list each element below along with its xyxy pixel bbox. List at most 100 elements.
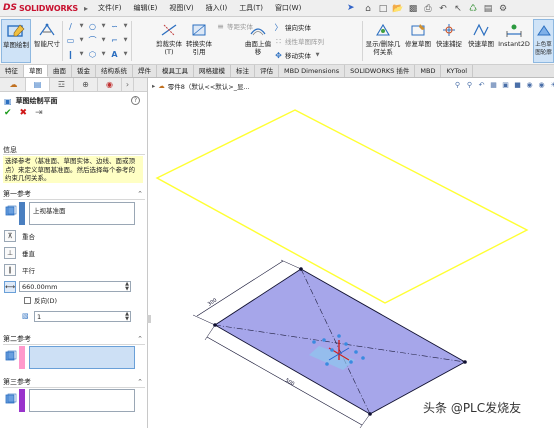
second-reference-header[interactable]: 第二参考 ⌃ bbox=[3, 333, 145, 344]
rectangle-tool[interactable]: ▭ ▼ bbox=[66, 34, 86, 46]
polygon-tool[interactable]: ⬡ ▼ bbox=[88, 48, 108, 60]
tab-features[interactable]: 特征 bbox=[0, 65, 24, 77]
undo-icon[interactable]: ↶ bbox=[437, 3, 449, 15]
circle-tool[interactable]: ○ ▼ bbox=[88, 20, 108, 32]
move-entities-button[interactable]: ✥ 移动实体 ▼ bbox=[274, 49, 322, 61]
tab-markup[interactable]: 标注 bbox=[231, 65, 255, 77]
model-viewport[interactable]: 300 500 bbox=[149, 78, 554, 428]
line-tool[interactable]: ∕ ▼ bbox=[66, 20, 86, 32]
menu-edit[interactable]: 编辑(E) bbox=[128, 3, 164, 13]
pin-menu-icon[interactable]: ➤ bbox=[347, 3, 355, 13]
menu-insert[interactable]: 插入(I) bbox=[200, 3, 234, 13]
divider bbox=[3, 387, 145, 388]
trim-label: 剪裁实体(T) bbox=[156, 40, 182, 56]
select-arrow-icon[interactable]: ↖ bbox=[452, 3, 464, 15]
show-hide-relations-button[interactable]: 显示/删除几何关系 bbox=[364, 19, 402, 63]
preview-plane-outline[interactable] bbox=[155, 109, 529, 304]
menu-view[interactable]: 视图(V) bbox=[163, 3, 199, 13]
trim-entities-button[interactable]: 剪裁实体(T) bbox=[155, 19, 183, 63]
print-icon[interactable]: ⎙ bbox=[422, 3, 434, 15]
tab-sketch[interactable]: 草图 bbox=[24, 65, 48, 77]
pushpin-icon[interactable]: ⇥ bbox=[35, 108, 43, 118]
instant2d-button[interactable]: Instant2D bbox=[497, 19, 531, 63]
dropdown-icon: ▼ bbox=[79, 37, 84, 43]
help-icon[interactable]: ? bbox=[131, 96, 140, 105]
menu-tools[interactable]: 工具(T) bbox=[233, 3, 269, 13]
tab-surfaces[interactable]: 曲面 bbox=[48, 65, 72, 77]
divider bbox=[3, 154, 145, 155]
sketch-draw-button[interactable]: 草图绘制 bbox=[1, 19, 31, 63]
tab-structure-system[interactable]: 结构系统 bbox=[96, 65, 133, 77]
new-document-icon[interactable]: □ bbox=[377, 3, 389, 15]
slot-tool[interactable]: ❙ ▼ bbox=[66, 48, 86, 60]
property-manager-tab-icon[interactable]: ▤ bbox=[26, 78, 50, 91]
part-top-face[interactable] bbox=[214, 268, 466, 415]
circle-icon: ○ bbox=[89, 21, 96, 31]
info-message: 选择参考（基准面、草图实体、边线、面或顶点）来定义草图基准面。然后选择每个参考的… bbox=[3, 156, 143, 183]
show-hide-relations-label: 显示/删除几何关系 bbox=[365, 40, 401, 56]
tab-mbd[interactable]: MBD bbox=[415, 65, 442, 77]
spinner-arrows-icon[interactable]: ▲ ▼ bbox=[125, 312, 129, 322]
solidworks-logo[interactable]: DS SOLIDWORKS ▸ bbox=[0, 0, 92, 17]
cancel-x-icon[interactable]: ✖ bbox=[20, 108, 28, 118]
home-icon[interactable]: ⌂ bbox=[362, 3, 374, 15]
first-reference-header[interactable]: 第一参考 ⌃ bbox=[3, 188, 145, 199]
graphics-area[interactable]: ▸ ☁ 零件8（默认<<默认>_显... ⚲ ⚲ ↶ ▦ ▣ ■ ◉ ◉ ☀ ▩… bbox=[147, 78, 554, 428]
shaded-sketch-contours-button[interactable]: 上色草图轮廓 bbox=[533, 19, 554, 63]
mirror-entities-button[interactable]: 〉 镜向实体 bbox=[274, 21, 312, 33]
tab-mold-tools[interactable]: 模具工具 bbox=[157, 65, 194, 77]
chevron-up-icon[interactable]: ⌃ bbox=[137, 335, 143, 343]
tab-sheet-metal[interactable]: 钣金 bbox=[72, 65, 96, 77]
tab-mesh-modeling[interactable]: 网格建模 bbox=[194, 65, 231, 77]
quick-snaps-button[interactable]: 快速捕捉 bbox=[434, 19, 464, 63]
menu-window[interactable]: 窗口(W) bbox=[269, 3, 307, 13]
flip-offset-checkbox[interactable]: 反向(D) bbox=[24, 293, 57, 307]
coincident-constraint[interactable]: ⊼ 重合 bbox=[4, 229, 35, 243]
convert-entities-button[interactable]: 转换实体引用 bbox=[184, 19, 214, 63]
plane-count-input[interactable]: 1 ▲ ▼ bbox=[34, 311, 131, 322]
perpendicular-constraint[interactable]: ⊥ 垂直 bbox=[4, 246, 35, 260]
dimxpert-tab-icon[interactable]: ⊕ bbox=[74, 78, 98, 91]
more-tabs-icon[interactable]: › bbox=[122, 78, 134, 91]
distance-constraint-icon[interactable]: ⟷ bbox=[4, 280, 16, 294]
feature-tree-tab-icon[interactable]: ☁ bbox=[2, 78, 26, 91]
spline-tool[interactable]: ∽ ▼ bbox=[110, 20, 130, 32]
spinner-arrows-icon[interactable]: ▲ ▼ bbox=[125, 282, 129, 292]
arc-tool[interactable]: ⌒ ▼ bbox=[88, 34, 108, 46]
first-reference-selection-box[interactable]: 上视基准面 bbox=[29, 202, 135, 225]
tab-solidworks-addins[interactable]: SOLIDWORKS 插件 bbox=[345, 65, 416, 77]
open-folder-icon[interactable]: 📂 bbox=[392, 3, 404, 15]
chevron-up-icon[interactable]: ⌃ bbox=[137, 190, 143, 198]
fillet-tool[interactable]: ⌐ ▼ bbox=[110, 34, 130, 46]
rebuild-icon[interactable]: ♺ bbox=[467, 3, 479, 15]
dropdown-icon: ▼ bbox=[123, 23, 128, 29]
repair-sketch-button[interactable]: 修复草图 bbox=[404, 19, 432, 63]
distance-input[interactable]: 660.00mm ▲ ▼ bbox=[19, 281, 131, 292]
chevron-right-icon[interactable]: ▸ bbox=[84, 4, 88, 13]
third-reference-header[interactable]: 第三参考 ⌃ bbox=[3, 376, 145, 387]
smart-dimension-button[interactable]: 智能尺寸 bbox=[32, 19, 62, 63]
vertex-point[interactable] bbox=[463, 360, 467, 364]
tab-kytool[interactable]: KYTool bbox=[441, 65, 474, 77]
display-manager-tab-icon[interactable]: ◉ bbox=[98, 78, 122, 91]
surface-offset-button[interactable]: 曲面上偏移 bbox=[244, 19, 272, 63]
tab-mbd-dimensions[interactable]: MBD Dimensions bbox=[279, 65, 346, 77]
rapid-sketch-button[interactable]: 快速草图 bbox=[466, 19, 496, 63]
linear-pattern-icon: ∷ bbox=[275, 36, 282, 46]
configuration-tab-icon[interactable]: ☲ bbox=[50, 78, 74, 91]
chevron-up-icon[interactable]: ⌃ bbox=[137, 378, 143, 386]
ok-check-icon[interactable]: ✔ bbox=[4, 108, 12, 118]
tab-weldments[interactable]: 焊件 bbox=[133, 65, 157, 77]
parallel-constraint[interactable]: ∥ 平行 bbox=[4, 263, 35, 277]
file-properties-icon[interactable]: ▤ bbox=[482, 3, 494, 15]
tab-evaluate[interactable]: 评估 bbox=[255, 65, 279, 77]
linear-pattern-button[interactable]: ∷ 线性草图阵列 bbox=[274, 35, 324, 47]
text-tool[interactable]: A ▼ bbox=[110, 48, 130, 60]
options-gear-icon[interactable]: ⚙ bbox=[497, 3, 509, 15]
menu-file[interactable]: 文件(F) bbox=[92, 3, 128, 13]
checkbox-icon[interactable] bbox=[24, 296, 31, 304]
save-icon[interactable]: ▩ bbox=[407, 3, 419, 15]
divider bbox=[3, 199, 145, 200]
second-reference-selection-box[interactable] bbox=[29, 346, 135, 369]
third-reference-selection-box[interactable] bbox=[29, 389, 135, 412]
